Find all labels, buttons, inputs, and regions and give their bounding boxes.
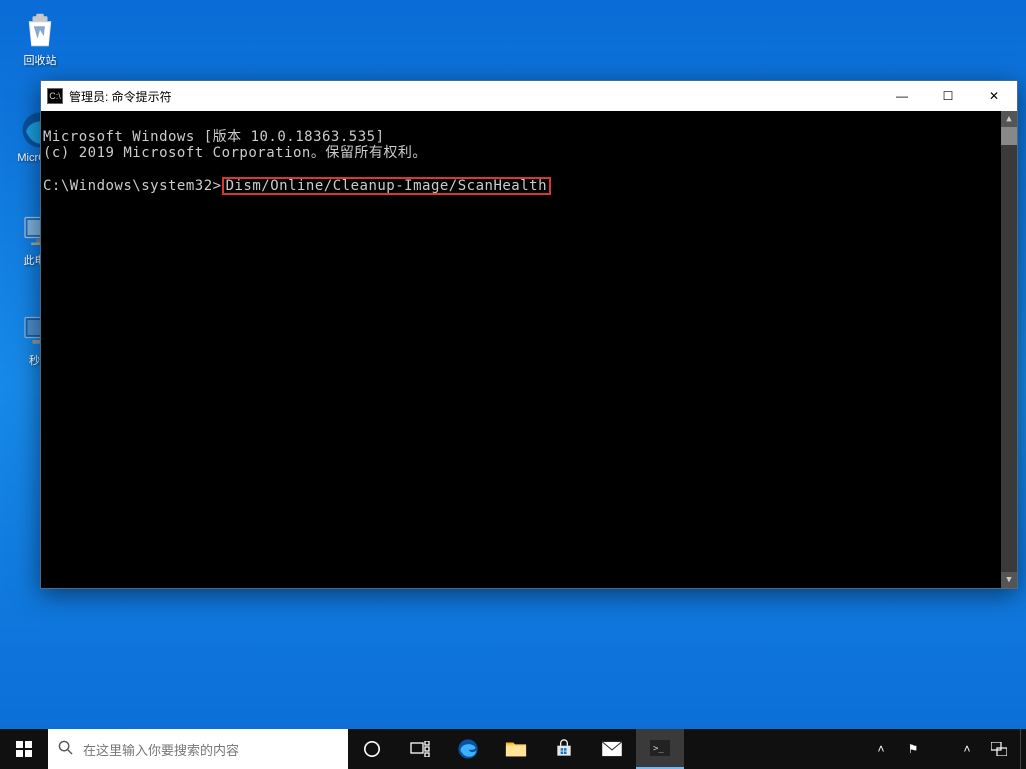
recycle-bin-icon[interactable]: 回收站: [10, 10, 70, 68]
windows-icon: [16, 741, 32, 757]
folder-icon: [505, 738, 527, 760]
cmd-titlebar-icon: C:\: [47, 88, 63, 104]
task-view-button[interactable]: [396, 729, 444, 769]
terminal-line: Microsoft Windows [版本 10.0.18363.535]: [43, 129, 999, 145]
tray-overflow-button[interactable]: ˄: [866, 729, 896, 769]
prompt-text: C:\Windows\system32>: [43, 178, 222, 194]
window-controls: — ☐ ✕: [879, 81, 1017, 111]
scrollbar[interactable]: ▲ ▼: [1001, 111, 1017, 588]
store-icon: [554, 739, 574, 759]
search-icon: [58, 740, 73, 759]
tray-app-icon[interactable]: ⚑: [898, 729, 928, 769]
icon-label: 回收站: [24, 52, 57, 68]
cmd-icon: >_: [650, 740, 670, 756]
scrollbar-thumb[interactable]: [1001, 127, 1017, 145]
command-prompt-window: C:\ 管理员: 命令提示符 — ☐ ✕ Microsoft Windows […: [40, 80, 1018, 589]
system-tray: ˄ ⚑ ˄: [866, 729, 1020, 769]
cortana-button[interactable]: [348, 729, 396, 769]
terminal-body[interactable]: Microsoft Windows [版本 10.0.18363.535](c)…: [41, 111, 1017, 588]
tray-network-icon[interactable]: [984, 729, 1014, 769]
file-explorer-button[interactable]: [492, 729, 540, 769]
search-placeholder: 在这里输入你要搜索的内容: [83, 740, 239, 759]
taskbar: 在这里输入你要搜索的内容 >_ ˄ ⚑ ˄: [0, 729, 1026, 769]
network-icon: [991, 742, 1007, 756]
close-button[interactable]: ✕: [971, 81, 1017, 111]
titlebar[interactable]: C:\ 管理员: 命令提示符 — ☐ ✕: [41, 81, 1017, 111]
svg-text:>_: >_: [653, 744, 664, 754]
cmd-taskbar-button[interactable]: >_: [636, 729, 684, 769]
show-desktop-button[interactable]: [1020, 729, 1026, 769]
mail-button[interactable]: [588, 729, 636, 769]
start-button[interactable]: [0, 729, 48, 769]
task-view-icon: [410, 741, 430, 757]
terminal-prompt-line: C:\Windows\system32>Dism/Online/Cleanup-…: [43, 177, 999, 195]
terminal-text: Microsoft Windows [版本 10.0.18363.535](c)…: [41, 111, 1001, 229]
window-title: 管理员: 命令提示符: [69, 88, 879, 105]
maximize-button[interactable]: ☐: [925, 81, 971, 111]
store-button[interactable]: [540, 729, 588, 769]
mail-icon: [601, 741, 623, 757]
edge-icon: [457, 738, 479, 760]
cortana-icon: [363, 740, 381, 758]
terminal-line: (c) 2019 Microsoft Corporation。保留所有权利。: [43, 145, 999, 161]
highlighted-command: Dism/Online/Cleanup-Image/ScanHealth: [222, 177, 551, 195]
chevron-up-icon: ˄: [877, 742, 884, 756]
search-box[interactable]: 在这里输入你要搜索的内容: [48, 729, 348, 769]
edge-taskbar-button[interactable]: [444, 729, 492, 769]
chevron-up-icon: ˄: [963, 742, 970, 756]
trash-icon: [20, 10, 60, 50]
tray-overflow-button-2[interactable]: ˄: [952, 729, 982, 769]
flag-icon: ⚑: [908, 742, 919, 756]
scroll-up-button[interactable]: ▲: [1001, 111, 1017, 127]
scroll-down-button[interactable]: ▼: [1001, 572, 1017, 588]
minimize-button[interactable]: —: [879, 81, 925, 111]
